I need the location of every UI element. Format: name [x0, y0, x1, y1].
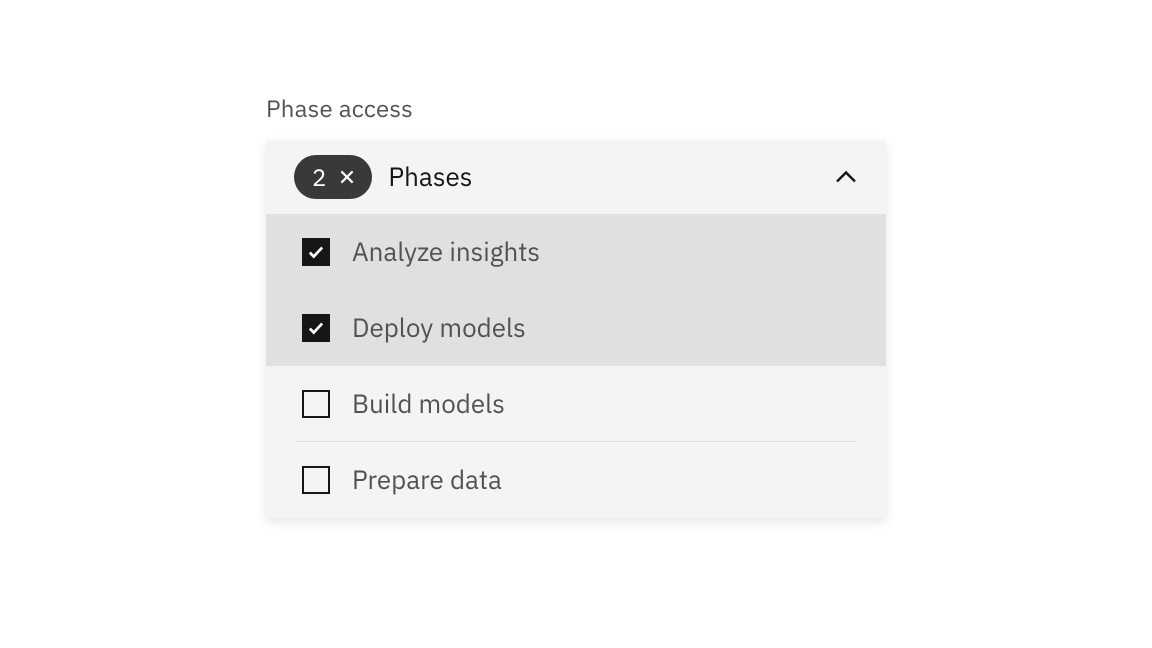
option-analyze-insights[interactable]: Analyze insights: [266, 214, 886, 290]
field-label: Phase access: [266, 92, 886, 124]
option-label: Build models: [352, 387, 505, 421]
option-build-models[interactable]: Build models: [266, 366, 886, 442]
selection-count-chip[interactable]: 2: [294, 155, 372, 199]
chevron-up-icon: [834, 165, 858, 189]
checkbox-unchecked-icon[interactable]: [302, 466, 330, 494]
option-label: Deploy models: [352, 311, 526, 345]
dropdown-header[interactable]: 2 Phases: [266, 140, 886, 214]
checkbox-checked-icon[interactable]: [302, 238, 330, 266]
option-label: Analyze insights: [352, 235, 540, 269]
phases-dropdown: 2 Phases An: [266, 140, 886, 518]
option-prepare-data[interactable]: Prepare data: [266, 442, 886, 518]
checkbox-checked-icon[interactable]: [302, 314, 330, 342]
dropdown-title: Phases: [388, 160, 472, 194]
selection-count: 2: [312, 165, 326, 189]
checkbox-unchecked-icon[interactable]: [302, 390, 330, 418]
option-label: Prepare data: [352, 463, 502, 497]
clear-selection-icon[interactable]: [338, 168, 356, 186]
option-deploy-models[interactable]: Deploy models: [266, 290, 886, 366]
dropdown-menu: Analyze insights Deploy models Build mod…: [266, 214, 886, 518]
